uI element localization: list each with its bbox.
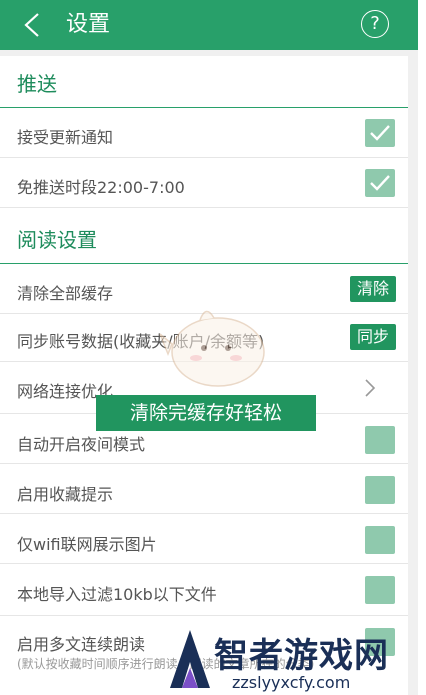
checkbox-unchecked[interactable] (365, 576, 395, 604)
setting-label: 启用收藏提示 (17, 485, 114, 504)
checkbox-unchecked[interactable] (365, 476, 395, 504)
back-arrow-icon[interactable] (20, 11, 46, 39)
checkbox-unchecked[interactable] (365, 426, 395, 454)
setting-label: 仅wifi联网展示图片 (17, 535, 157, 554)
toast-message: 清除完缓存好轻松 (96, 395, 316, 431)
section-header-push: 推送 (0, 56, 408, 108)
sync-button[interactable]: 同步 (350, 324, 396, 350)
checkbox-checked[interactable] (365, 169, 395, 197)
checkbox-checked[interactable] (365, 119, 395, 147)
setting-row-update-notify[interactable]: 接受更新通知 (0, 108, 408, 158)
clear-button[interactable]: 清除 (350, 276, 396, 302)
setting-label: 清除全部缓存 (17, 284, 114, 303)
setting-label: 启用多文连续朗读 (17, 635, 146, 654)
checkbox-unchecked[interactable] (365, 526, 395, 554)
setting-label: 接受更新通知 (17, 128, 114, 147)
top-bar: 设置 ? (0, 0, 418, 50)
watermark-brand: 智者游戏网 (214, 636, 389, 676)
setting-row-quiet-hours[interactable]: 免推送时段22:00-7:00 (0, 158, 408, 208)
chevron-right-icon (365, 379, 376, 397)
section-title: 阅读设置 (17, 228, 97, 252)
section-header-reading: 阅读设置 (0, 212, 408, 264)
setting-row-favorite-tips[interactable]: 启用收藏提示 (0, 464, 408, 514)
watermark-url: zzslyyxcfy.com (232, 673, 351, 692)
help-icon[interactable]: ? (361, 10, 389, 38)
setting-row-import-filter[interactable]: 本地导入过滤10kb以下文件 (0, 564, 408, 616)
checkmark-icon (370, 175, 390, 191)
watermark-logo-icon (170, 630, 210, 688)
edge-strip (418, 0, 426, 695)
checkmark-icon (370, 125, 390, 141)
mascot-illustration (159, 310, 265, 387)
section-title: 推送 (17, 72, 57, 96)
page-title: 设置 (66, 12, 111, 37)
setting-row-wifi-images[interactable]: 仅wifi联网展示图片 (0, 514, 408, 564)
setting-label: 免推送时段22:00-7:00 (17, 178, 185, 197)
setting-label: 自动开启夜间模式 (17, 435, 146, 454)
setting-label: 本地导入过滤10kb以下文件 (17, 585, 217, 604)
